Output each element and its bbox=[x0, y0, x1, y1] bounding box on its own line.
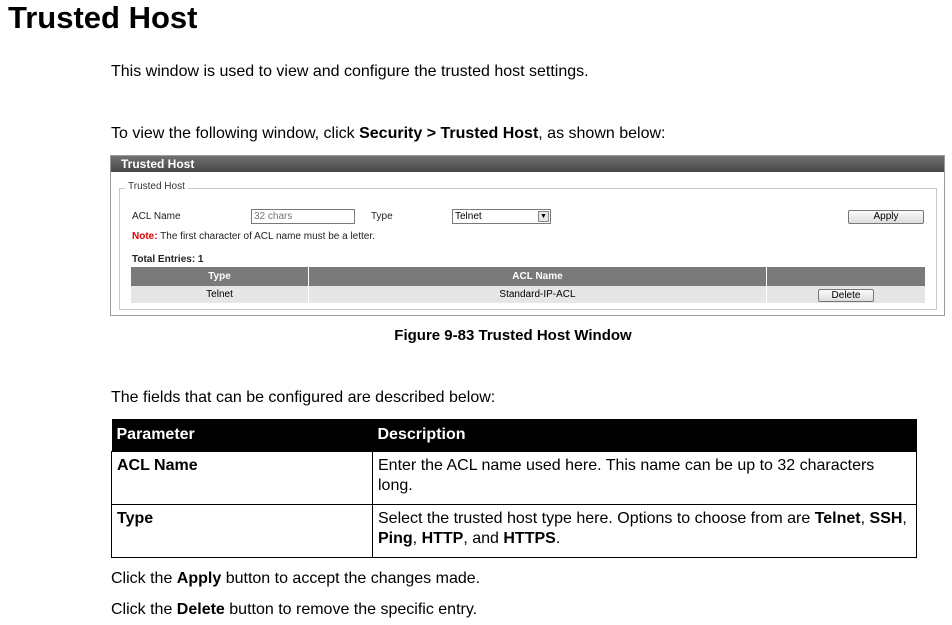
intro-text: This window is used to view and configur… bbox=[111, 63, 589, 80]
separator: , bbox=[860, 509, 870, 527]
trusted-host-table: Type ACL Name Telnet Standard-IP-ACL Del… bbox=[131, 267, 925, 303]
delete-suffix: button to remove the specific entry. bbox=[224, 601, 478, 618]
figure-caption: Figure 9-83 Trusted Host Window bbox=[394, 327, 632, 344]
type-label: Type bbox=[371, 211, 393, 222]
param-description: Enter the ACL name used here. This name … bbox=[372, 450, 917, 505]
param-name: ACL Name bbox=[111, 450, 373, 505]
param-header-row: Parameter Description bbox=[111, 419, 917, 451]
page-title: Trusted Host bbox=[8, 0, 198, 35]
separator: , bbox=[902, 509, 907, 527]
cell-action: Delete bbox=[766, 286, 925, 303]
window-title: Trusted Host bbox=[111, 156, 944, 172]
acl-name-label: ACL Name bbox=[132, 211, 181, 222]
fields-intro: The fields that can be configured are de… bbox=[111, 389, 496, 406]
cell-acl-name: Standard-IP-ACL bbox=[308, 286, 767, 303]
column-header-acl-name: ACL Name bbox=[308, 267, 767, 286]
nav-suffix: , as shown below: bbox=[538, 125, 666, 142]
apply-suffix: button to accept the changes made. bbox=[221, 570, 481, 587]
note-text: The first character of ACL name must be … bbox=[160, 231, 375, 242]
table-header-row: Type ACL Name bbox=[131, 267, 925, 286]
delete-word: Delete bbox=[176, 601, 225, 618]
table-row: ACL Name Enter the ACL name used here. T… bbox=[111, 450, 917, 505]
apply-prefix: Click the bbox=[111, 570, 177, 587]
param-header-parameter: Parameter bbox=[111, 419, 373, 451]
apply-button[interactable]: Apply bbox=[848, 210, 924, 224]
total-entries: Total Entries: 1 bbox=[132, 254, 204, 265]
nav-instructions: To view the following window, click Secu… bbox=[111, 124, 665, 144]
param-description: Select the trusted host type here. Optio… bbox=[372, 503, 917, 558]
delete-instructions: Click the Delete button to remove the sp… bbox=[111, 600, 477, 620]
acl-name-input[interactable] bbox=[251, 209, 355, 224]
apply-word: Apply bbox=[176, 570, 222, 587]
param-name: Type bbox=[111, 503, 373, 558]
apply-instructions: Click the Apply button to accept the cha… bbox=[111, 569, 480, 589]
column-header-action bbox=[766, 267, 925, 286]
note: Note: The first character of ACL name mu… bbox=[132, 231, 375, 242]
delete-button[interactable]: Delete bbox=[818, 288, 874, 302]
nav-prefix: To view the following window, click bbox=[111, 125, 360, 142]
option-ssh: SSH bbox=[869, 509, 903, 527]
parameter-table: Parameter Description ACL Name Enter the… bbox=[111, 419, 917, 558]
option-http: HTTP bbox=[421, 529, 464, 547]
separator: , bbox=[412, 529, 422, 547]
desc-text: Select the trusted host type here. Optio… bbox=[378, 509, 815, 527]
note-label: Note: bbox=[132, 231, 158, 242]
desc-suffix: . bbox=[555, 529, 561, 547]
cell-type: Telnet bbox=[131, 286, 309, 303]
nav-path: Security > Trusted Host bbox=[359, 125, 539, 142]
param-header-description: Description bbox=[372, 419, 917, 451]
fieldset-legend: Trusted Host bbox=[125, 181, 188, 192]
chevron-down-icon[interactable]: ▼ bbox=[538, 211, 549, 222]
separator: , and bbox=[463, 529, 504, 547]
table-row: Type Select the trusted host type here. … bbox=[111, 503, 917, 558]
type-selected-value: Telnet bbox=[455, 211, 482, 222]
column-header-type: Type bbox=[131, 267, 309, 286]
trusted-host-window: Trusted Host Trusted Host ACL Name Type … bbox=[110, 155, 945, 316]
option-telnet: Telnet bbox=[814, 509, 861, 527]
option-https: HTTPS bbox=[503, 529, 556, 547]
type-select[interactable]: Telnet ▼ bbox=[452, 209, 551, 224]
option-ping: Ping bbox=[378, 529, 413, 547]
table-row: Telnet Standard-IP-ACL Delete bbox=[131, 286, 925, 303]
delete-prefix: Click the bbox=[111, 601, 177, 618]
